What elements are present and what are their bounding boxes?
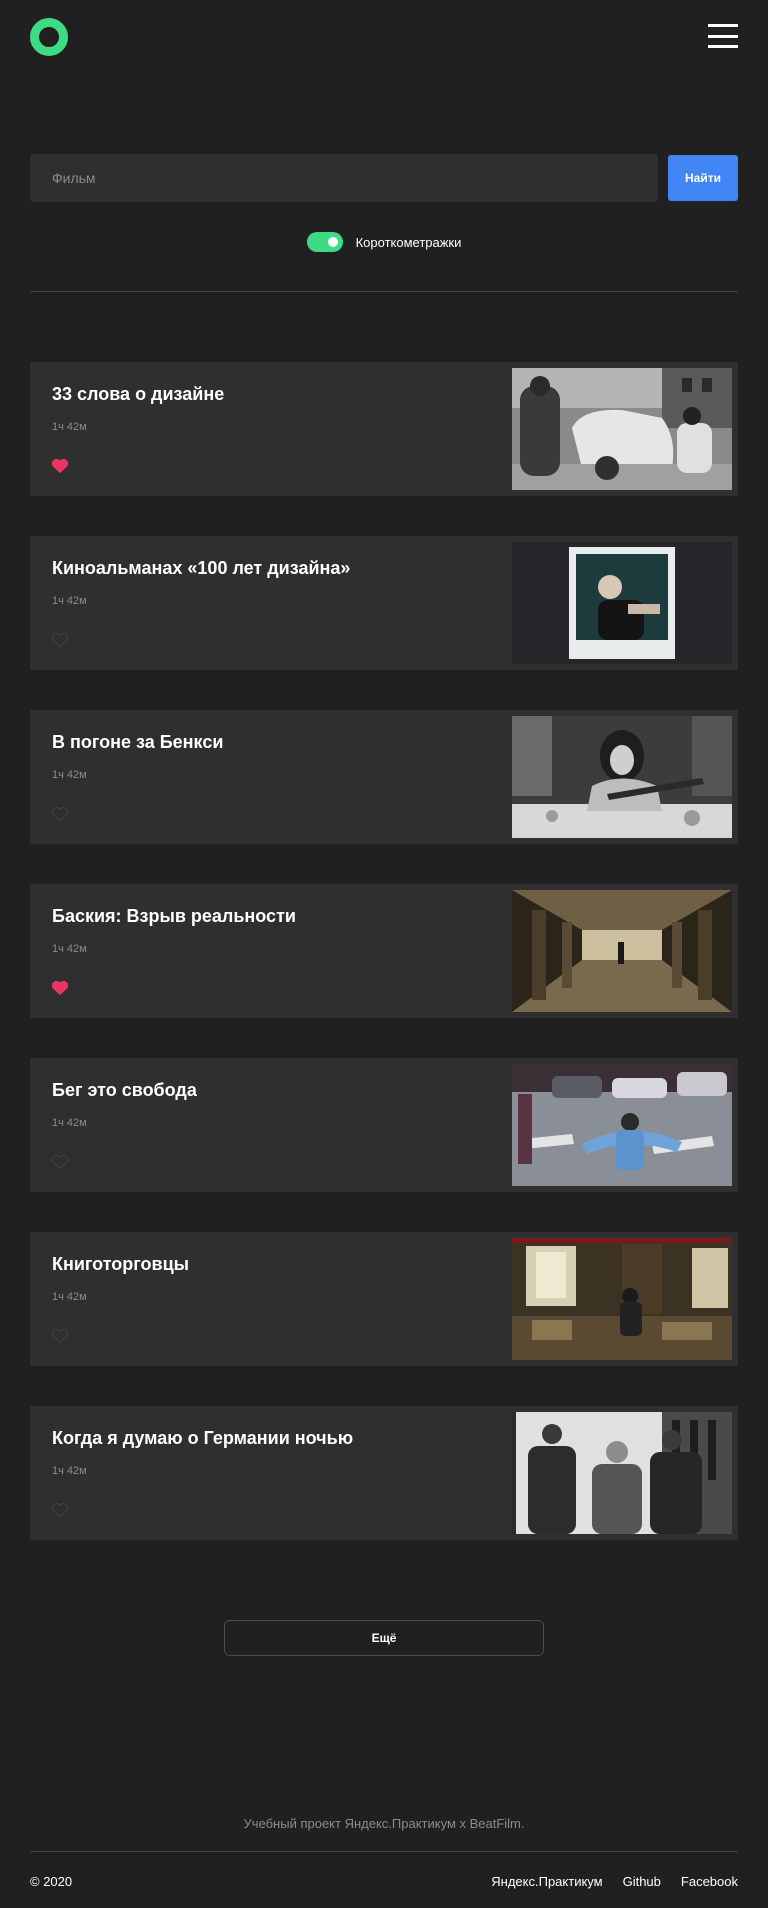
heart-icon[interactable] [52,1155,68,1169]
heart-icon[interactable] [52,1329,68,1343]
movie-card: 33 слова о дизайне 1ч 42м [30,362,738,496]
movie-thumbnail[interactable] [512,368,732,490]
burger-menu-icon[interactable] [708,24,738,48]
heart-icon[interactable] [52,981,68,995]
burger-line [708,34,738,38]
footer-link-github[interactable]: Github [623,1874,661,1889]
movie-duration: 1ч 42м [52,1465,87,1477]
movie-title: Баския: Взрыв реальности [52,906,296,926]
heart-icon[interactable] [52,807,68,821]
footer-link-yandex-practicum[interactable]: Яндекс.Практикум [491,1874,602,1889]
search-button[interactable]: Найти [668,155,738,201]
movie-card: В погоне за Бенкси 1ч 42м [30,710,738,844]
movie-card: Киноальманах «100 лет дизайна» 1ч 42м [30,536,738,670]
movie-duration: 1ч 42м [52,1291,87,1303]
movie-thumbnail[interactable] [512,1412,732,1534]
movie-card: Бег это свобода 1ч 42м [30,1058,738,1192]
movie-title: Когда я думаю о Германии ночью [52,1428,354,1448]
footer: © 2020 Яндекс.Практикум Github Facebook [30,1874,738,1889]
movie-thumbnail[interactable] [512,1064,732,1186]
search-form: Найти [30,154,738,202]
search-input[interactable] [30,154,658,202]
search-divider [30,291,738,292]
movie-title: В погоне за Бенкси [52,732,224,752]
footer-links: Яндекс.Практикум Github Facebook [491,1874,738,1889]
heart-icon[interactable] [52,1503,68,1517]
logo[interactable] [30,18,68,56]
toggle-knob [327,237,338,247]
heart-icon[interactable] [52,459,68,473]
movie-title: Бег это свобода [52,1080,197,1100]
movie-card: Когда я думаю о Германии ночью 1ч 42м [30,1406,738,1540]
movie-thumbnail[interactable] [512,890,732,1012]
shorts-filter: Короткометражки [0,232,768,252]
movie-duration: 1ч 42м [52,769,87,781]
movie-thumbnail[interactable] [512,542,732,664]
footer-link-facebook[interactable]: Facebook [681,1874,738,1889]
shorts-toggle[interactable] [306,232,343,252]
movie-thumbnail[interactable] [512,1238,732,1360]
movie-duration: 1ч 42м [52,943,87,955]
movie-title: 33 слова о дизайне [52,384,225,404]
movie-duration: 1ч 42м [52,421,87,433]
footer-note: Учебный проект Яндекс.Практикум х BeatFi… [243,1816,525,1831]
movie-title: Книготорговцы [52,1254,190,1274]
movie-thumbnail[interactable] [512,716,732,838]
more-button[interactable]: Ещё [224,1620,544,1656]
burger-line [708,45,738,48]
movie-title: Киноальманах «100 лет дизайна» [52,558,351,578]
burger-line [708,24,738,27]
movies-list: 33 слова о дизайне 1ч 42м Киноальманах «… [30,362,738,1540]
movie-duration: 1ч 42м [52,595,87,607]
header [30,18,738,58]
movie-card: Книготорговцы 1ч 42м [30,1232,738,1366]
footer-copyright: © 2020 [30,1874,73,1889]
movie-card: Баския: Взрыв реальности 1ч 42м [30,884,738,1018]
shorts-filter-label: Короткометражки [355,234,462,250]
heart-icon[interactable] [52,633,68,647]
movie-duration: 1ч 42м [52,1117,87,1129]
footer-divider [30,1851,738,1852]
